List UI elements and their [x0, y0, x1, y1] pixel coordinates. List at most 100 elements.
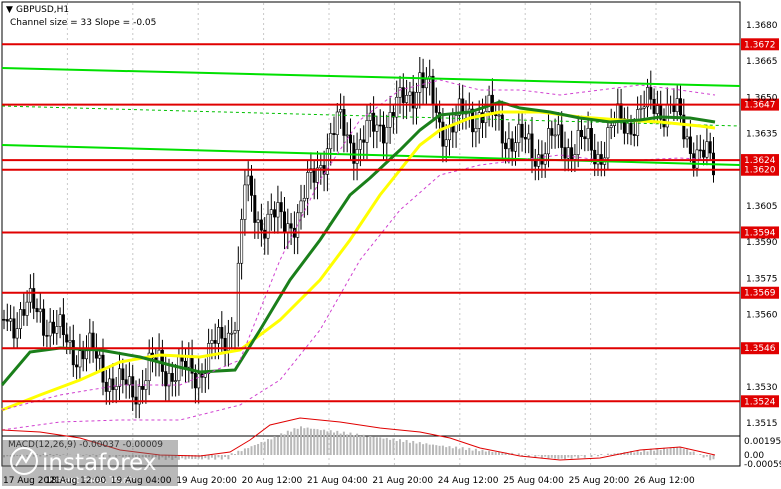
candle-body	[385, 126, 389, 144]
candle-body	[362, 139, 366, 143]
candle-body	[28, 288, 32, 303]
candle-body	[160, 349, 164, 372]
candle-body	[560, 124, 564, 148]
macd-bar	[441, 445, 444, 455]
candle-body	[408, 91, 412, 96]
macd-bar	[290, 431, 293, 455]
candle-body	[276, 202, 280, 218]
macd-bar	[263, 441, 266, 455]
candle-body	[2, 318, 6, 321]
candle-body	[586, 128, 590, 140]
macd-bar	[425, 443, 428, 455]
candle-body	[108, 378, 112, 392]
candle-body	[431, 75, 435, 105]
level-price-label: 1.3594	[744, 228, 776, 238]
macd-bar	[237, 450, 240, 455]
candle-body	[65, 334, 69, 343]
candle-body	[484, 111, 488, 124]
candle-body	[355, 148, 359, 164]
candle-body	[368, 112, 372, 121]
macd-bar	[303, 428, 306, 455]
macd-bar	[286, 430, 289, 455]
macd-bar	[392, 438, 395, 455]
macd-bar	[451, 448, 454, 455]
candle-body	[269, 209, 273, 215]
macd-bar	[309, 428, 312, 455]
candle-body	[685, 136, 689, 140]
price-scale: 1.36801.36651.36501.36351.36051.35901.35…	[746, 21, 778, 429]
macd-bar	[653, 450, 656, 455]
candle-body	[35, 308, 39, 313]
candle-body	[708, 141, 712, 154]
candle-body	[520, 123, 524, 138]
candle-body	[606, 127, 610, 159]
macd-bar	[366, 436, 368, 455]
candle-body	[75, 364, 79, 368]
candle-body	[345, 134, 349, 137]
price-tick-label: 1.3635	[746, 130, 778, 140]
macd-bar	[672, 447, 675, 455]
candle-body	[282, 211, 286, 233]
candle-body	[401, 87, 405, 103]
level-price-label: 1.3546	[744, 344, 776, 354]
macd-bar	[666, 448, 669, 455]
candle-body	[124, 379, 128, 386]
candle-body	[18, 309, 22, 329]
macd-bar	[323, 429, 326, 455]
candle-body	[444, 139, 448, 147]
macd-bar	[494, 451, 497, 455]
macd-bar	[646, 451, 649, 455]
candle-body	[164, 371, 168, 387]
candle-body	[81, 350, 85, 360]
macd-bar	[448, 446, 451, 455]
candle-body	[556, 124, 560, 136]
macd-bar	[240, 451, 243, 455]
candle-body	[474, 127, 478, 133]
macd-bar	[316, 429, 319, 455]
candle-body	[424, 79, 428, 89]
macd-bar	[461, 447, 464, 455]
macd-bar	[626, 452, 629, 455]
price-chart[interactable]: 1.36721.36471.36241.36201.35941.35691.35…	[0, 0, 781, 489]
macd-bar	[709, 455, 712, 461]
macd-bar	[276, 436, 279, 455]
candle-body	[266, 213, 270, 239]
candle-body	[240, 219, 244, 264]
macd-bar	[207, 455, 210, 460]
price-tick-label: 1.3605	[746, 202, 778, 212]
macd-bar	[488, 450, 491, 455]
candle-body	[131, 376, 135, 398]
macd-bar	[379, 437, 382, 455]
macd-bar	[455, 446, 458, 455]
macd-bar	[283, 434, 286, 455]
macd-bar	[498, 452, 500, 455]
candle-body	[12, 318, 16, 339]
candle-body	[507, 138, 511, 150]
macd-bar	[293, 428, 296, 455]
macd-bar	[471, 450, 474, 455]
candle-body	[411, 91, 415, 109]
candle-body	[71, 340, 75, 366]
candle-body	[649, 87, 653, 100]
candle-body	[570, 147, 574, 160]
macd-bar	[597, 455, 599, 457]
candle-body	[348, 134, 352, 144]
candle-body	[566, 147, 570, 159]
macd-bar	[705, 455, 708, 457]
candle-body	[286, 223, 290, 233]
candle-body	[78, 350, 82, 368]
price-tick-label: 1.3530	[746, 383, 778, 393]
time-tick-label: 24 Aug 12:00	[438, 476, 499, 486]
macd-bar	[547, 455, 550, 459]
macd-bar	[544, 455, 547, 457]
macd-bar	[633, 452, 636, 455]
candle-body	[58, 314, 62, 327]
macd-bar	[402, 441, 405, 455]
macd-bar	[356, 433, 359, 455]
time-tick-label: 21 Aug 04:00	[307, 476, 368, 486]
candle-body	[253, 195, 257, 223]
macd-bar	[580, 455, 583, 456]
macd-bar	[257, 443, 260, 455]
macd-bar	[432, 444, 434, 455]
candle-body	[319, 165, 323, 169]
